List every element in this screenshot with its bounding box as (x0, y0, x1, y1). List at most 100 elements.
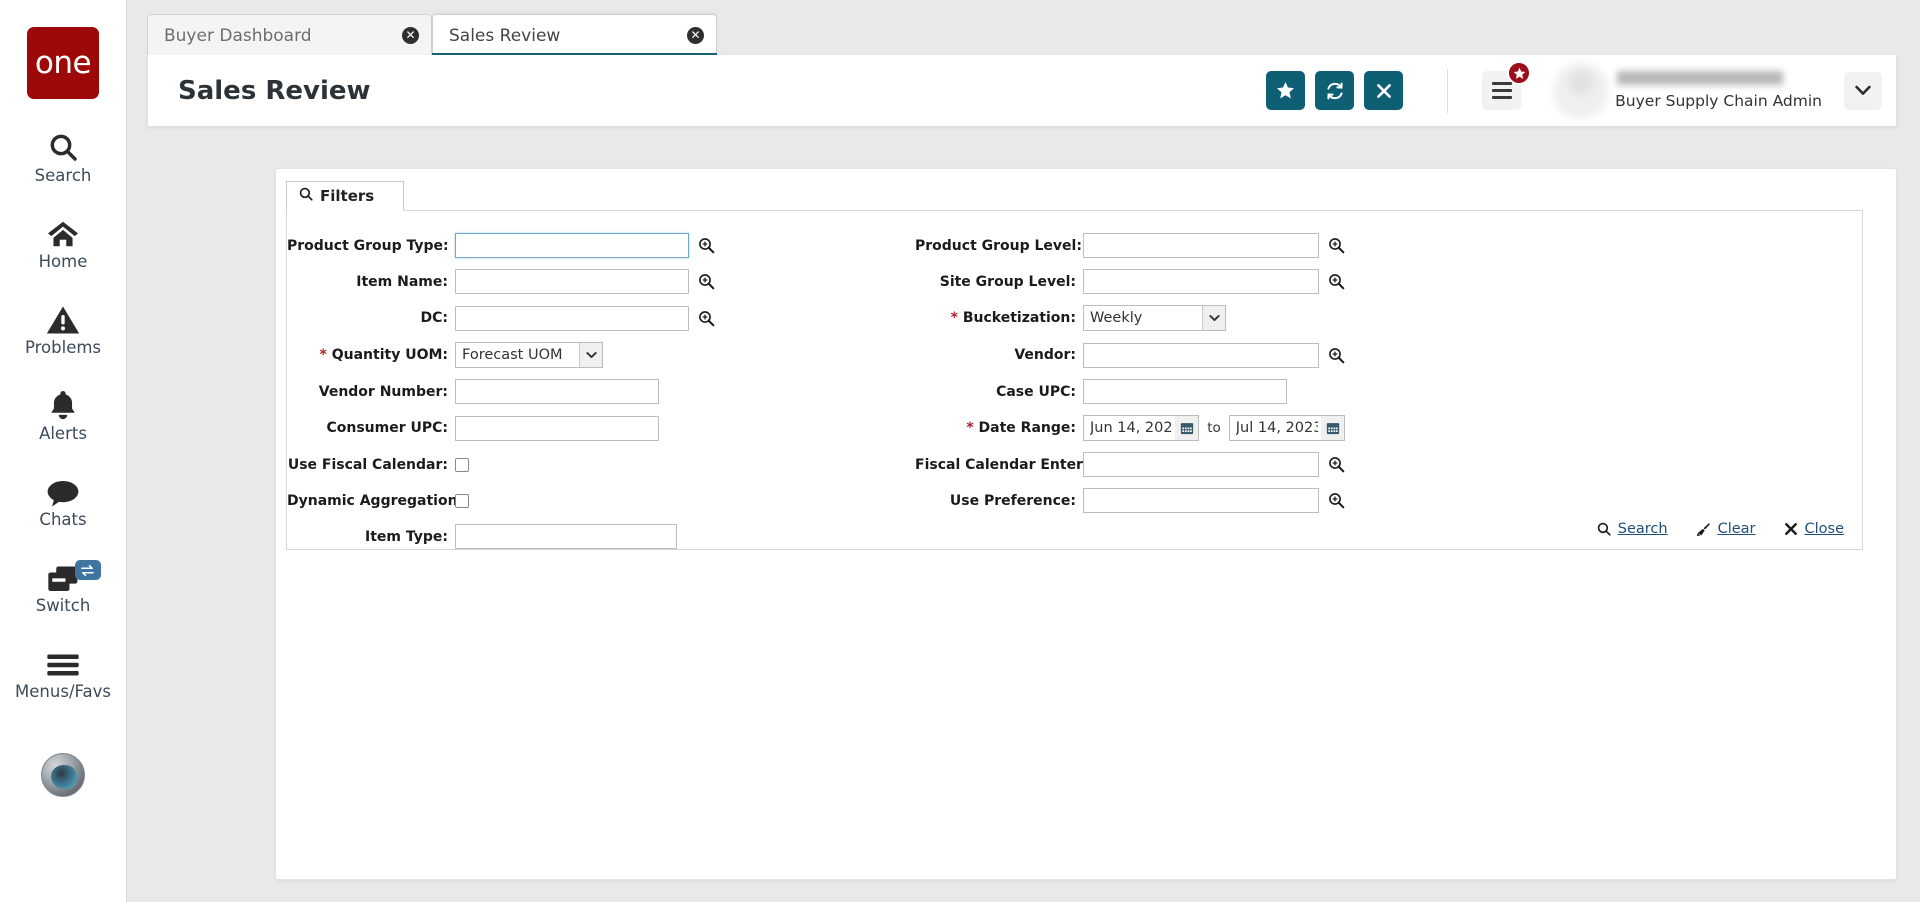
menu-star-badge (1507, 61, 1532, 85)
lookup-icon[interactable] (1328, 347, 1345, 364)
sidebar-item-problems[interactable]: Problems (0, 297, 127, 357)
favorite-button[interactable] (1266, 71, 1306, 110)
field-dc (455, 305, 715, 331)
use-preference-input[interactable] (1083, 488, 1319, 513)
filter-actions: Search Clear Close (1597, 521, 1844, 537)
quantity-uom-select[interactable]: Forecast UOM (455, 342, 603, 368)
content-panel: Filters Product Group Type: Product Grou… (275, 168, 1897, 880)
date-to-box (1228, 415, 1345, 441)
lookup-icon[interactable] (1328, 273, 1345, 290)
page-title: Sales Review (178, 75, 371, 106)
label-site-group-level: Site Group Level: (939, 273, 1076, 290)
required-asterisk: * (319, 347, 327, 363)
required-asterisk: * (966, 420, 974, 436)
sidebar-item-label: Switch (35, 596, 91, 615)
close-button[interactable] (1364, 71, 1404, 110)
quantity-uom-select-wrap: Forecast UOM (455, 342, 603, 368)
page-header: Sales Review Buyer Supply Chain Admin (147, 55, 1897, 127)
field-bucketization: Weekly (1083, 305, 1345, 331)
header-divider (1447, 68, 1449, 113)
field-case-upc (1083, 379, 1345, 404)
lookup-icon[interactable] (1328, 456, 1345, 473)
calendar-icon[interactable] (1175, 416, 1199, 440)
warning-triangle-icon (46, 297, 80, 335)
vendor-input[interactable] (1083, 342, 1319, 368)
sidebar-item-search[interactable]: Search (0, 125, 127, 185)
use-fiscal-calendar-checkbox[interactable] (455, 457, 469, 472)
x-icon (1784, 522, 1798, 536)
item-name-input[interactable] (455, 269, 689, 294)
label-item-type: Item Type: (365, 528, 448, 545)
label-dc: DC: (420, 310, 449, 326)
tab-sales-review[interactable]: Sales Review ✕ (432, 14, 717, 56)
product-group-type-input[interactable] (455, 233, 689, 258)
tab-filters[interactable]: Filters (286, 181, 404, 211)
application-root: one Search Home Problems Alerts Chats Sw… (0, 0, 1920, 902)
sidebar-item-switch[interactable]: Switch (0, 555, 127, 615)
lookup-icon[interactable] (698, 237, 715, 254)
close-circle-icon[interactable]: ✕ (687, 27, 704, 44)
sidebar-item-label: Alerts (39, 424, 87, 443)
field-consumer-upc (455, 415, 715, 441)
field-product-group-type (455, 233, 715, 258)
clear-link[interactable]: Clear (1696, 521, 1756, 537)
hamburger-icon (46, 641, 80, 679)
tab-label: Buyer Dashboard (164, 25, 312, 46)
swap-arrows-icon[interactable] (74, 560, 101, 580)
field-vendor-number (455, 379, 715, 404)
user-profile[interactable]: Buyer Supply Chain Admin (1553, 62, 1822, 119)
calendar-icon[interactable] (1321, 416, 1344, 440)
field-date-range: to (1083, 415, 1345, 441)
label-vendor-number: Vendor Number: (318, 383, 448, 400)
sidebar-item-chats[interactable]: Chats (0, 469, 127, 529)
field-use-preference (1083, 488, 1345, 513)
tab-filters-label: Filters (320, 187, 375, 205)
dc-input[interactable] (455, 305, 689, 331)
tab-label: Sales Review (449, 25, 561, 46)
required-asterisk: * (950, 310, 958, 326)
app-logo[interactable]: one (27, 27, 99, 99)
lookup-icon[interactable] (1328, 237, 1345, 254)
field-product-group-level (1083, 233, 1345, 258)
sidebar-item-home[interactable]: Home (0, 211, 127, 271)
sidebar-item-label: Search (34, 166, 92, 185)
lookup-icon[interactable] (698, 310, 715, 327)
close-circle-icon[interactable]: ✕ (402, 27, 419, 44)
dynamic-aggregation-checkbox[interactable] (455, 493, 469, 508)
label-use-preference: Use Preference: (949, 492, 1076, 509)
search-link-label: Search (1617, 521, 1668, 537)
user-role-label: Buyer Supply Chain Admin (1615, 92, 1822, 110)
case-upc-input[interactable] (1083, 379, 1287, 404)
label-vendor: Vendor: (1014, 347, 1076, 363)
sidebar-item-alerts[interactable]: Alerts (0, 383, 127, 443)
bucketization-select[interactable]: Weekly (1083, 305, 1226, 331)
label-text: Quantity UOM: (331, 347, 448, 363)
sidebar-item-menus-favs[interactable]: Menus/Favs (0, 641, 127, 701)
chevron-down-icon[interactable] (1844, 71, 1882, 110)
site-group-level-input[interactable] (1083, 269, 1319, 294)
lookup-icon[interactable] (1328, 492, 1345, 509)
globe-avatar-icon[interactable] (41, 753, 85, 797)
lookup-icon[interactable] (698, 273, 715, 290)
sidebar-item-label: Chats (39, 510, 87, 529)
tab-buyer-dashboard[interactable]: Buyer Dashboard ✕ (147, 14, 432, 56)
filters-form: Product Group Type: Product Group Level: (286, 210, 1863, 550)
label-dynamic-aggregation: Dynamic Aggregation: (287, 492, 464, 509)
search-link[interactable]: Search (1597, 521, 1668, 537)
label-date-range: * Date Range: (915, 420, 1083, 436)
search-icon (47, 125, 79, 163)
refresh-button[interactable] (1315, 71, 1355, 110)
profile-texts: Buyer Supply Chain Admin (1615, 71, 1822, 110)
item-type-input[interactable] (455, 524, 677, 549)
fiscal-calendar-enterprise-input[interactable] (1083, 452, 1319, 477)
sidebar-item-label: Problems (24, 338, 102, 357)
product-group-level-input[interactable] (1083, 233, 1319, 258)
consumer-upc-input[interactable] (455, 415, 659, 441)
close-link[interactable]: Close (1784, 521, 1844, 537)
label-bucketization: * Bucketization: (915, 310, 1083, 326)
label-consumer-upc: Consumer UPC: (326, 420, 448, 436)
main-menu-button[interactable] (1482, 61, 1532, 110)
vendor-number-input[interactable] (455, 379, 659, 404)
chat-bubble-icon (46, 469, 80, 507)
field-use-fiscal-calendar (455, 457, 715, 472)
